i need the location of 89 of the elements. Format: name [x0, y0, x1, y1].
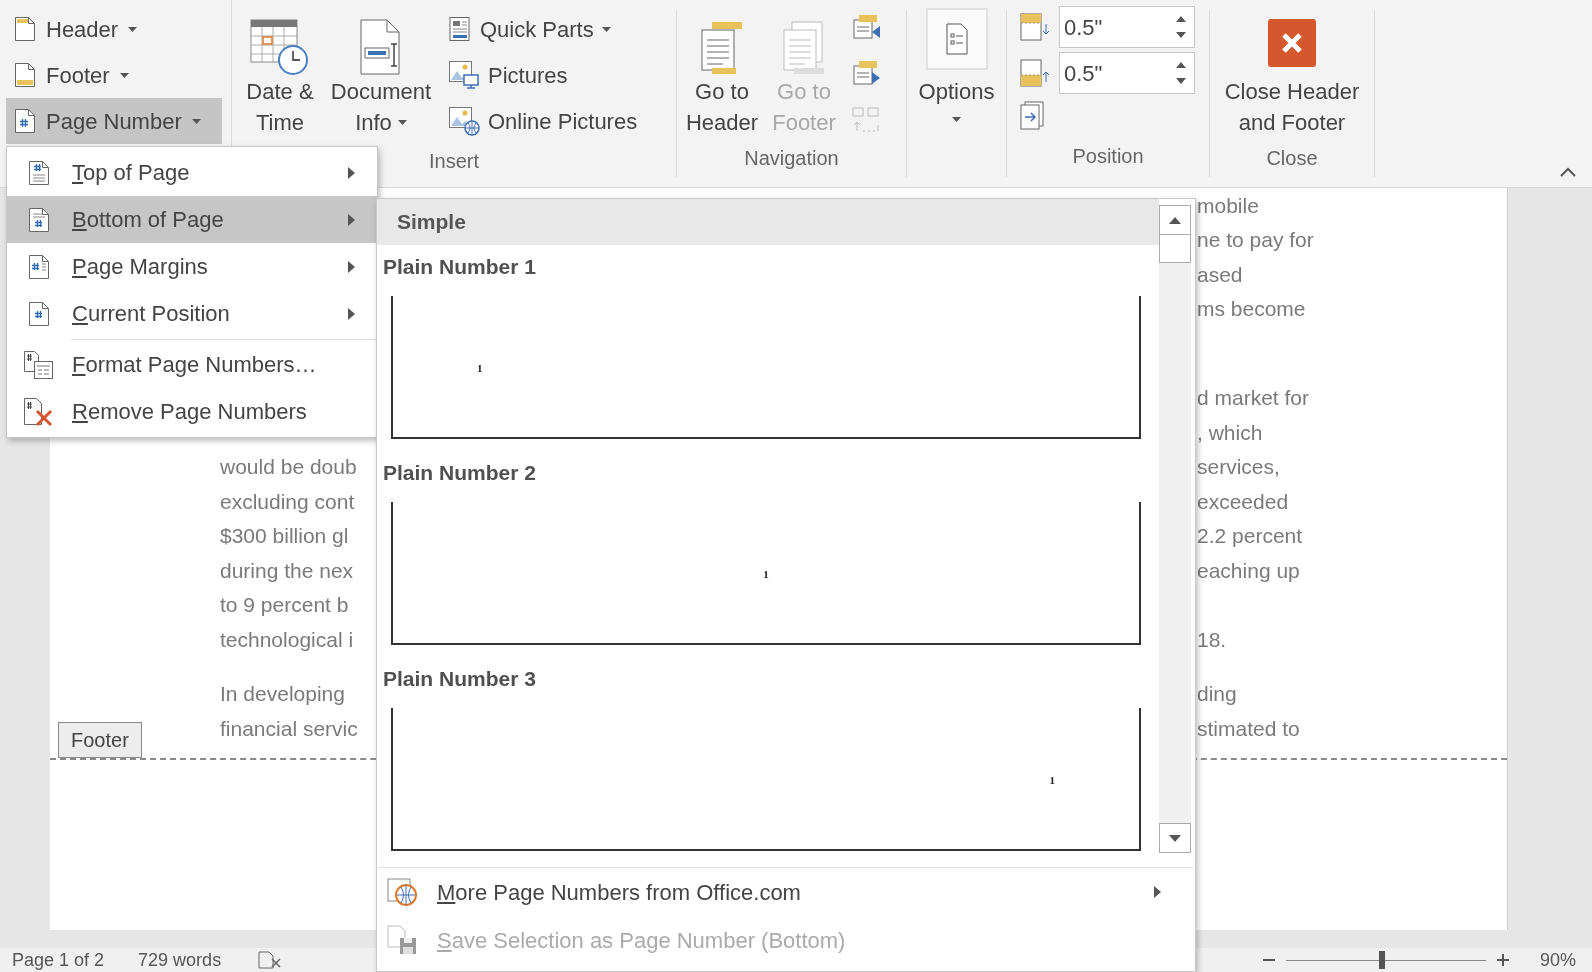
- menu-item[interactable]: Current Position: [7, 290, 377, 337]
- spin-field[interactable]: 0.5": [1059, 52, 1195, 94]
- calendar-clock-icon: [249, 18, 311, 76]
- gallery-section-header: Simple: [377, 199, 1159, 245]
- footer-preview: 1: [391, 502, 1141, 645]
- menu-item[interactable]: Top of Page: [7, 149, 377, 196]
- link-icon: [851, 105, 881, 135]
- document-text: ms become: [1197, 296, 1306, 322]
- previous-section-icon: [851, 14, 881, 42]
- proofing-icon[interactable]: [257, 950, 284, 970]
- menu-item[interactable]: Format Page Numbers…: [7, 341, 377, 388]
- document-text: ding: [1197, 681, 1237, 707]
- page-top-number-icon: [28, 159, 50, 186]
- close-icon: [1267, 18, 1317, 68]
- footer-tag: Footer: [58, 721, 142, 758]
- header-position-icon: [1019, 12, 1051, 42]
- document-info-icon: [359, 18, 403, 76]
- menu-item[interactable]: Bottom of Page: [7, 196, 377, 243]
- close-header-footer-button[interactable]: Close Header and Footer: [1210, 10, 1374, 138]
- footer-icon: [14, 62, 36, 88]
- zoom-in-icon[interactable]: [1495, 953, 1510, 967]
- document-text: to 9 percent b: [220, 593, 349, 616]
- page-number-icon: [14, 108, 36, 134]
- gallery-item[interactable]: Plain Number 1 1: [377, 245, 1159, 439]
- document-text: 2.2 percent: [1197, 523, 1303, 549]
- group-label: Close: [1266, 145, 1318, 171]
- document-text: ne to pay for: [1197, 227, 1314, 253]
- page-number-button[interactable]: Page Number: [6, 98, 222, 144]
- group-label: Insert: [429, 148, 479, 174]
- scroll-up-icon[interactable]: [1169, 216, 1181, 224]
- quick-parts-icon: [448, 16, 472, 42]
- menu-item[interactable]: Page Margins: [7, 243, 377, 290]
- header-icon: [14, 16, 36, 42]
- page-bottom-number-icon: [28, 206, 50, 233]
- document-text: stimated to: [1197, 715, 1300, 742]
- online-pictures-button[interactable]: Online Pictures: [448, 98, 638, 144]
- group-label: Navigation: [744, 145, 839, 171]
- document-text: would be doub: [220, 455, 357, 478]
- page-margin-number-icon: [28, 253, 50, 280]
- zoom-level[interactable]: 90%: [1539, 946, 1576, 972]
- document-text: technological i: [220, 627, 354, 651]
- zoom-slider[interactable]: [1285, 950, 1486, 970]
- document-text: financial servic: [220, 716, 358, 740]
- alignment-tab-icon: [1019, 100, 1045, 130]
- menu-item[interactable]: Remove Page Numbers: [7, 388, 377, 435]
- word-count[interactable]: 729 words: [138, 946, 222, 972]
- format-numbers-icon: [23, 349, 55, 380]
- next-section-icon: [851, 60, 881, 88]
- spin-arrows-icon: [1176, 14, 1186, 40]
- spin-arrows-icon: [1176, 60, 1186, 86]
- document-text: 18.: [1197, 626, 1227, 653]
- quick-parts-button[interactable]: Quick Parts: [448, 6, 638, 52]
- footer-preview: 1: [391, 708, 1141, 851]
- picture-globe-icon: [448, 106, 480, 136]
- page-number-icon: [28, 300, 50, 327]
- date-time-button[interactable]: Date & Time: [238, 10, 322, 144]
- document-text: d market for: [1197, 385, 1310, 411]
- spin-field[interactable]: 0.5": [1059, 6, 1195, 48]
- menu-item[interactable]: More Page Numbers from Office.com: [377, 868, 1195, 916]
- footer-button[interactable]: Footer: [6, 52, 222, 98]
- document-text: In developing: [220, 682, 345, 705]
- document-text: excluding cont: [220, 489, 355, 513]
- document-text: eaching up: [1197, 557, 1300, 584]
- document-text: , which: [1197, 419, 1263, 446]
- collapse-ribbon-icon[interactable]: [1560, 167, 1576, 177]
- go-to-header-button[interactable]: Go to Header: [681, 10, 763, 138]
- scroll-down-icon[interactable]: [1169, 834, 1181, 842]
- document-text: during the nex: [220, 558, 354, 582]
- pictures-button[interactable]: Pictures: [448, 52, 638, 98]
- picture-monitor-icon: [448, 60, 480, 90]
- footer-preview: 1: [391, 296, 1141, 439]
- document-text: exceeded: [1197, 488, 1289, 515]
- scrollbar[interactable]: [1159, 205, 1191, 853]
- group-label: Position: [1072, 144, 1144, 169]
- remove-numbers-icon: [23, 396, 55, 427]
- gallery-item[interactable]: Plain Number 3 1: [377, 657, 1159, 851]
- page-count[interactable]: Page 1 of 2: [12, 946, 105, 972]
- document-text: services,: [1197, 454, 1280, 480]
- document-text: mobile: [1197, 192, 1259, 219]
- zoom-slider-thumb[interactable]: [1378, 951, 1385, 969]
- options-button[interactable]: Options: [907, 10, 1006, 122]
- header-button[interactable]: Header: [6, 6, 222, 52]
- footer-position-icon: [1019, 58, 1051, 88]
- document-text: ased: [1197, 261, 1243, 288]
- options-icon: [925, 8, 988, 70]
- document-text: $300 billion gl: [220, 524, 349, 547]
- document-info-button[interactable]: Document Info: [322, 10, 440, 144]
- scroll-thumb[interactable]: [1159, 235, 1191, 263]
- gallery-item[interactable]: Plain Number 2 1: [377, 451, 1159, 645]
